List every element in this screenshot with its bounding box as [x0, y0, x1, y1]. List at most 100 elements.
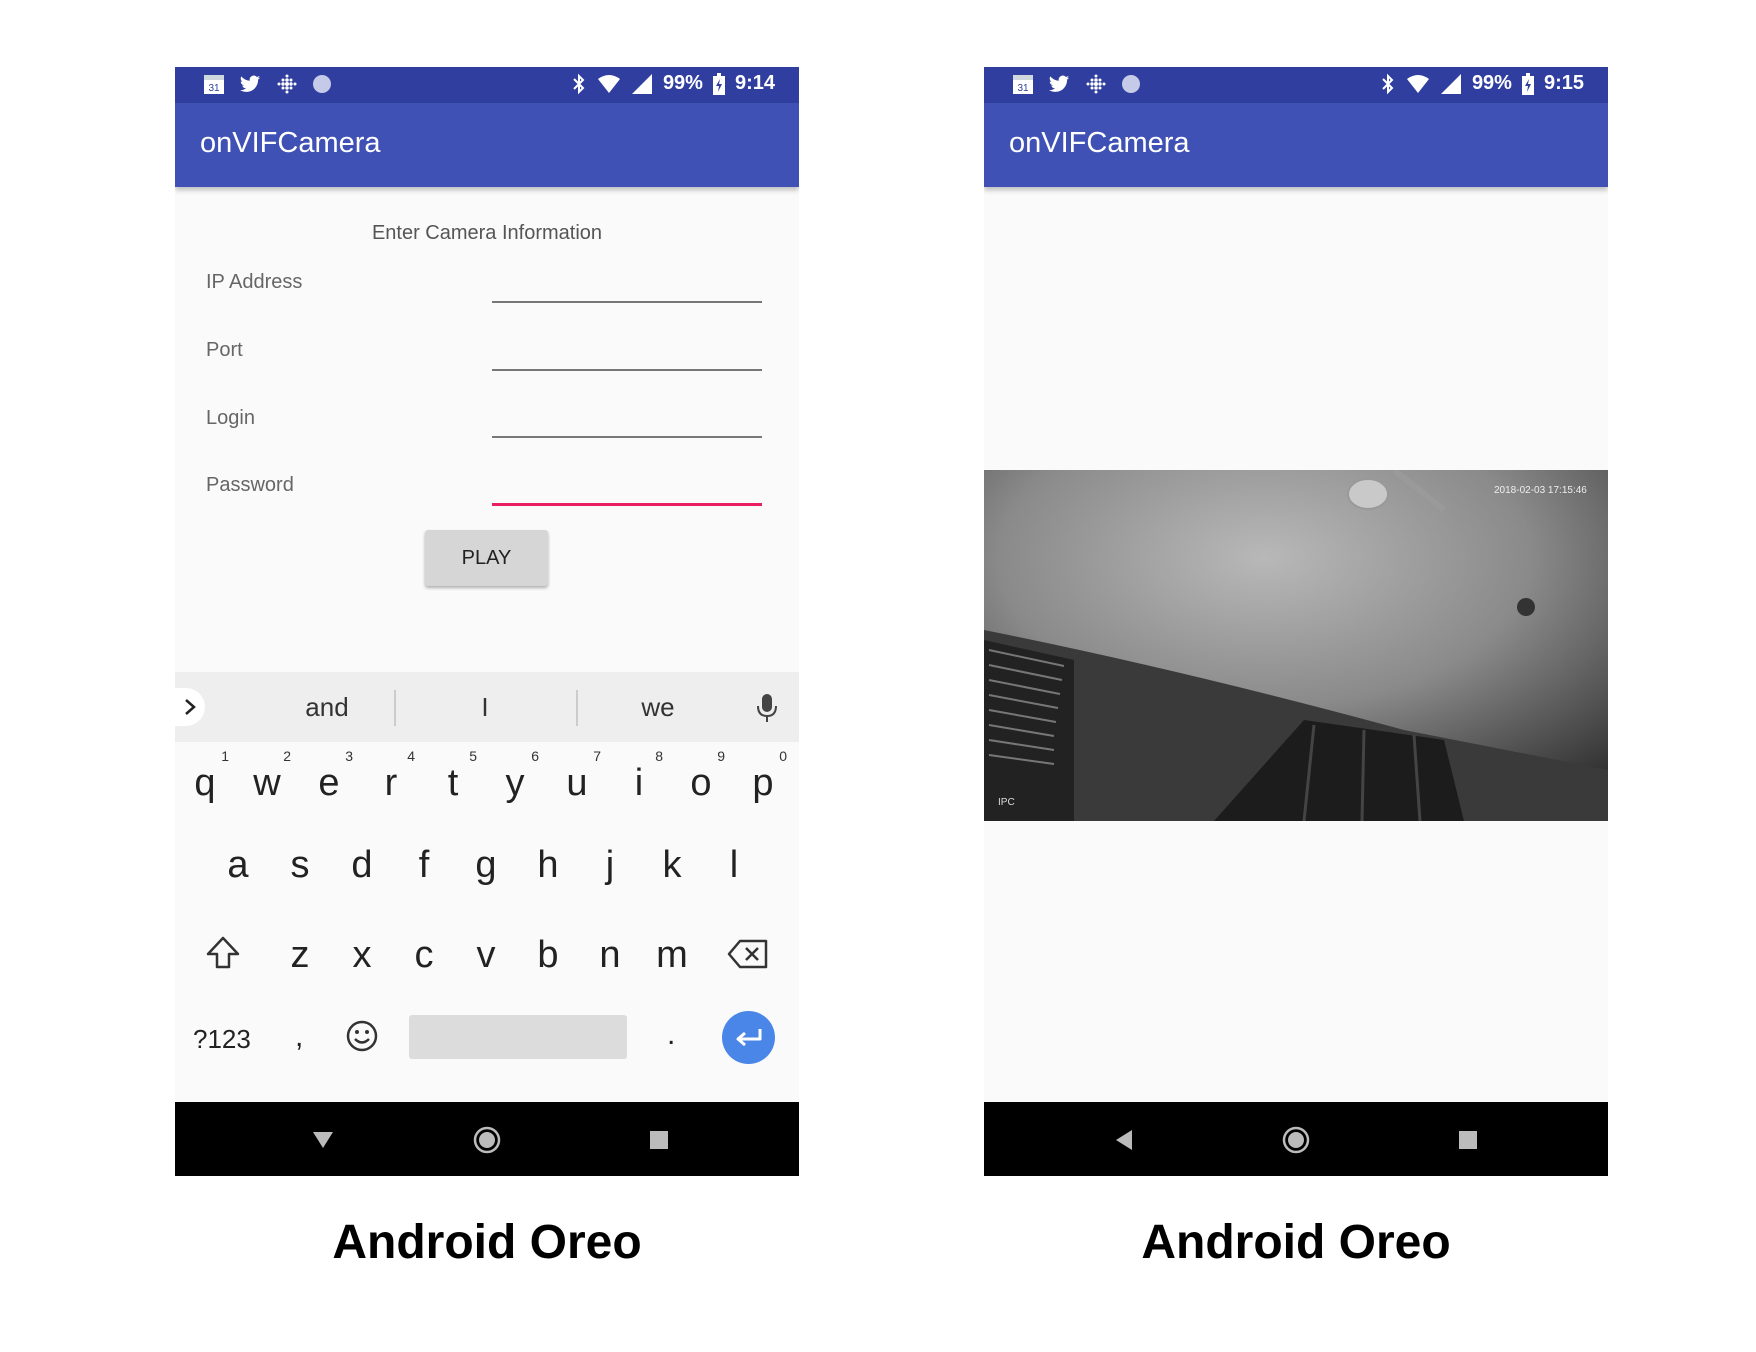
signal-icon — [631, 73, 652, 94]
app-bar: onVIFCamera — [984, 103, 1608, 187]
soft-keyboard: and I we q1 w2 e3 r4 t5 y6 u7 i8 o9 p0 a… — [175, 672, 799, 1102]
bluetooth-icon — [573, 73, 585, 94]
camera-frame-image: 2018-02-03 17:15:46 IPC — [984, 470, 1608, 821]
wifi-icon — [597, 74, 620, 93]
key-r[interactable]: r4 — [361, 748, 421, 805]
battery-icon — [712, 72, 725, 95]
key-z[interactable]: z — [270, 934, 330, 977]
battery-percent: 99% — [662, 72, 703, 94]
circle-icon — [313, 75, 331, 93]
triangle-down-icon — [313, 1132, 333, 1148]
period-key[interactable]: . — [667, 1018, 675, 1052]
login-label: Login — [206, 407, 255, 429]
key-e[interactable]: e3 — [299, 748, 359, 805]
home-icon — [1282, 1126, 1310, 1154]
comma-key[interactable]: , — [295, 1020, 303, 1054]
enter-icon — [736, 1028, 761, 1046]
signal-icon — [1440, 73, 1461, 94]
key-b[interactable]: b — [518, 934, 578, 977]
backspace-icon[interactable] — [727, 938, 769, 970]
form-heading: Enter Camera Information — [371, 222, 603, 244]
key-m[interactable]: m — [642, 934, 702, 977]
back-triangle-icon — [1116, 1130, 1132, 1150]
clock: 9:14 — [734, 72, 775, 94]
caption-left: Android Oreo — [332, 1216, 642, 1269]
key-o[interactable]: o9 — [671, 748, 731, 805]
app-title: onVIFCamera — [1009, 127, 1190, 159]
calendar-icon: 31 — [204, 75, 224, 94]
camera-video-stream: 2018-02-03 17:15:46 IPC — [984, 470, 1608, 821]
port-label: Port — [206, 339, 243, 361]
microphone-icon[interactable] — [755, 692, 779, 724]
app-title: onVIFCamera — [200, 127, 381, 159]
square-icon — [650, 1131, 668, 1149]
key-k[interactable]: k — [642, 844, 702, 887]
login-input[interactable] — [492, 436, 762, 438]
suggestion-2[interactable]: I — [405, 692, 565, 723]
caption-right: Android Oreo — [1141, 1216, 1451, 1269]
key-q[interactable]: q1 — [175, 748, 235, 805]
svg-text:31: 31 — [208, 83, 220, 94]
calendar-icon: 31 — [1013, 75, 1033, 94]
battery-percent: 99% — [1471, 72, 1512, 94]
shift-icon[interactable] — [205, 935, 241, 971]
clock: 9:15 — [1543, 72, 1584, 94]
key-c[interactable]: c — [394, 934, 454, 977]
ip-address-input[interactable] — [492, 301, 762, 303]
circle-icon — [1122, 75, 1140, 93]
app-bar: onVIFCamera — [175, 103, 799, 187]
ip-address-label: IP Address — [206, 271, 303, 293]
key-u[interactable]: u7 — [547, 748, 607, 805]
hide-keyboard-button[interactable] — [305, 1122, 341, 1158]
play-button[interactable]: PLAY — [425, 530, 548, 586]
key-i[interactable]: i8 — [609, 748, 669, 805]
port-input[interactable] — [492, 369, 762, 371]
svg-text:31: 31 — [1017, 83, 1029, 94]
password-input[interactable] — [492, 503, 762, 506]
key-n[interactable]: n — [580, 934, 640, 977]
key-g[interactable]: g — [456, 844, 516, 887]
recents-button[interactable] — [641, 1122, 677, 1158]
fitbit-icon — [277, 74, 297, 94]
enter-key[interactable] — [722, 1011, 775, 1064]
twitter-icon — [1048, 75, 1070, 92]
space-bar[interactable] — [409, 1015, 627, 1059]
key-x[interactable]: x — [332, 934, 392, 977]
password-label: Password — [206, 474, 294, 496]
suggestion-divider — [394, 690, 396, 726]
suggestion-strip: and I we — [175, 672, 799, 742]
key-f[interactable]: f — [394, 844, 454, 887]
key-w[interactable]: w2 — [237, 748, 297, 805]
key-j[interactable]: j — [580, 844, 640, 887]
video-timestamp: 2018-02-03 17:15:46 — [1494, 485, 1587, 496]
fitbit-icon — [1086, 74, 1106, 94]
symbols-key[interactable]: ?123 — [193, 1024, 251, 1055]
expand-chevron-icon[interactable] — [175, 688, 205, 726]
bluetooth-icon — [1382, 73, 1394, 94]
suggestion-3[interactable]: we — [578, 692, 738, 723]
key-l[interactable]: l — [704, 844, 764, 887]
suggestion-1[interactable]: and — [247, 692, 407, 723]
key-a[interactable]: a — [208, 844, 268, 887]
navigation-bar — [175, 1102, 799, 1176]
square-icon — [1459, 1131, 1477, 1149]
recents-button[interactable] — [1450, 1122, 1486, 1158]
status-bar: 31 99% 9:14 — [175, 67, 799, 103]
twitter-icon — [239, 75, 261, 92]
phone-screen-form: 31 99% 9:14 onVIFCamera Enter Camera Inf… — [175, 67, 799, 1176]
key-p[interactable]: p0 — [733, 748, 793, 805]
emoji-icon[interactable] — [345, 1019, 379, 1053]
key-t[interactable]: t5 — [423, 748, 483, 805]
status-bar: 31 99% 9:15 — [984, 67, 1608, 103]
key-v[interactable]: v — [456, 934, 516, 977]
phone-screen-video: 31 99% 9:15 onVIFCamera 2018-02-03 17:15… — [984, 67, 1608, 1176]
key-s[interactable]: s — [270, 844, 330, 887]
home-button[interactable] — [469, 1122, 505, 1158]
key-h[interactable]: h — [518, 844, 578, 887]
home-button[interactable] — [1278, 1122, 1314, 1158]
battery-icon — [1521, 72, 1534, 95]
wifi-icon — [1406, 74, 1429, 93]
key-y[interactable]: y6 — [485, 748, 545, 805]
back-button[interactable] — [1106, 1122, 1142, 1158]
key-d[interactable]: d — [332, 844, 392, 887]
